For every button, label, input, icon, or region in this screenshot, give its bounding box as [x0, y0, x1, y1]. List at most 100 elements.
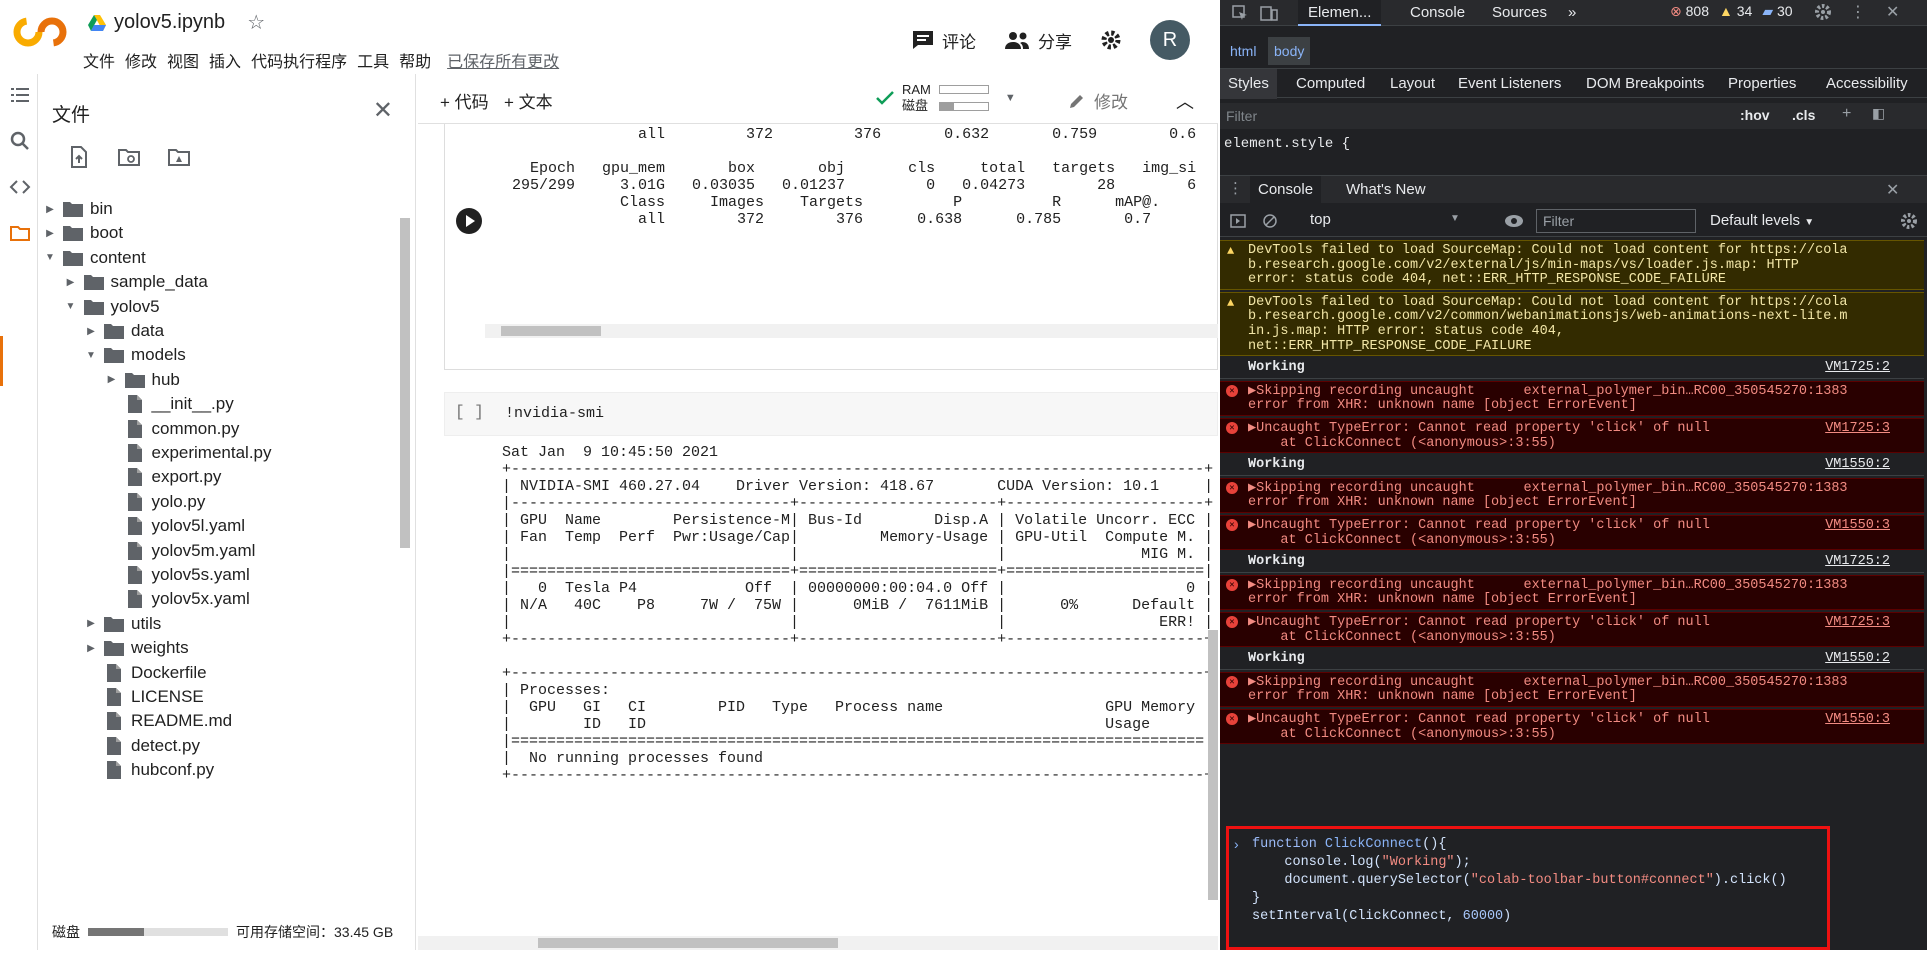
cell-code[interactable]: !nvidia-smi — [505, 405, 604, 422]
share-button[interactable]: 分享 — [1004, 28, 1072, 53]
close-devtools-icon[interactable]: ✕ — [1886, 2, 1899, 22]
tab-console[interactable]: Console — [1410, 4, 1465, 21]
settings-gear-icon[interactable] — [1100, 29, 1122, 51]
kebab-menu-icon[interactable]: ⋮ — [1850, 2, 1866, 22]
add-code-button[interactable]: + 代码 — [440, 88, 489, 113]
console-error[interactable]: ✕ ▶Skipping recording uncaught external_p… — [1220, 380, 1924, 416]
expand-right-icon[interactable]: ▶ — [85, 643, 97, 654]
user-avatar[interactable]: R — [1150, 20, 1190, 60]
code-cell-nvidia-smi[interactable]: [ ] !nvidia-smi — [444, 392, 1218, 436]
expand-right-icon[interactable]: ▶ — [44, 204, 56, 215]
search-icon[interactable] — [9, 130, 31, 152]
upload-file-icon[interactable] — [68, 146, 90, 168]
colab-logo[interactable] — [12, 16, 68, 48]
console-source-link[interactable]: VM1550:3 — [1825, 518, 1890, 534]
drawer-menu-icon[interactable]: ⋮ — [1228, 179, 1243, 197]
expand-right-icon[interactable]: ▶ — [65, 277, 77, 288]
console-error[interactable]: ✕ ▶Skipping recording uncaught external_p… — [1220, 574, 1924, 610]
menu-view[interactable]: 视图 — [167, 48, 207, 72]
chevron-down-icon[interactable]: ▼ — [1005, 92, 1016, 104]
log-levels-dropdown[interactable]: Default levels ▼ — [1710, 212, 1814, 229]
notebook-horizontal-scrollbar[interactable] — [418, 936, 1218, 950]
breadcrumb-html[interactable]: html — [1230, 43, 1256, 59]
console-warning[interactable]: ▲ DevTools failed to load SourceMap: Coul… — [1220, 291, 1924, 357]
resources-indicator[interactable]: RAM 磁盘 ▼ — [876, 82, 1016, 114]
menu-help[interactable]: 帮助 — [399, 48, 439, 72]
expand-down-icon[interactable]: ▼ — [85, 350, 97, 361]
console-log[interactable]: Working VM1725:2 — [1220, 358, 1924, 379]
cls-toggle[interactable]: .cls — [1792, 107, 1815, 123]
expand-right-icon[interactable]: ▶ — [85, 326, 97, 337]
breadcrumb-body[interactable]: body — [1268, 37, 1311, 65]
console-error[interactable]: ✕ ▶Uncaught TypeError: Cannot read proper… — [1220, 515, 1924, 551]
mount-drive-icon[interactable] — [168, 146, 190, 168]
console-log[interactable]: Working VM1550:2 — [1220, 649, 1924, 670]
close-icon[interactable]: ✕ — [373, 96, 393, 125]
drawer-tab-whats-new[interactable]: What's New — [1346, 181, 1426, 198]
file-tree-item[interactable]: hubconf.py — [85, 755, 214, 785]
output-horizontal-scrollbar[interactable] — [485, 324, 1218, 338]
collapse-up-icon[interactable]: ︿ — [1176, 88, 1194, 114]
menu-runtime[interactable]: 代码执行程序 — [251, 48, 355, 72]
element-style-rule[interactable]: element.style { — [1224, 136, 1350, 152]
settings-gear-icon[interactable] — [1814, 3, 1832, 21]
notebook-scrollbar[interactable] — [1208, 630, 1218, 900]
edit-button[interactable]: 修改 — [1068, 88, 1128, 113]
file-tree-scrollbar[interactable] — [398, 198, 412, 918]
star-icon[interactable]: ☆ — [247, 10, 265, 35]
hov-toggle[interactable]: :hov — [1740, 107, 1770, 123]
menu-edit[interactable]: 修改 — [125, 48, 165, 72]
tab-accessibility[interactable]: Accessibility — [1826, 75, 1908, 92]
inspect-element-icon[interactable] — [1232, 5, 1248, 21]
console-source-link[interactable]: VM1550:2 — [1825, 652, 1890, 667]
tab-layout[interactable]: Layout — [1390, 75, 1435, 92]
device-toolbar-icon[interactable] — [1260, 4, 1278, 22]
expand-right-icon[interactable]: ▶ — [106, 374, 118, 385]
console-source-link[interactable]: VM1725:3 — [1825, 615, 1890, 631]
console-log[interactable]: Working VM1725:2 — [1220, 552, 1924, 573]
console-source-link[interactable]: VM1725:3 — [1825, 421, 1890, 437]
tab-properties[interactable]: Properties — [1728, 75, 1796, 92]
close-drawer-icon[interactable]: ✕ — [1886, 180, 1899, 200]
more-tabs-icon[interactable]: » — [1568, 4, 1576, 21]
console-error[interactable]: ✕ ▶Skipping recording uncaught external_p… — [1220, 671, 1924, 707]
console-error[interactable]: ✕ ▶Uncaught TypeError: Cannot read proper… — [1220, 418, 1924, 454]
drawer-tab-console[interactable]: Console — [1250, 176, 1322, 204]
console-error[interactable]: ✕ ▶Uncaught TypeError: Cannot read proper… — [1220, 709, 1924, 745]
console-error[interactable]: ✕ ▶Skipping recording uncaught external_p… — [1220, 477, 1924, 513]
sidebar-toggle-icon[interactable] — [1230, 213, 1246, 229]
console-error[interactable]: ✕ ▶Uncaught TypeError: Cannot read proper… — [1220, 612, 1924, 648]
console-input[interactable]: function ClickConnect(){ console.log("Wo… — [1252, 836, 1787, 926]
tab-dom-breakpoints[interactable]: DOM Breakpoints — [1586, 75, 1704, 92]
code-cell-training-output[interactable]: all 372 376 0.632 0.759 0.6 Epoch gpu_me… — [444, 124, 1218, 370]
console-source-link[interactable]: VM1550:3 — [1825, 712, 1890, 728]
menu-tools[interactable]: 工具 — [357, 48, 397, 72]
menu-insert[interactable]: 插入 — [209, 48, 249, 72]
console-warning[interactable]: ▲ DevTools failed to load SourceMap: Coul… — [1220, 240, 1924, 290]
tab-styles[interactable]: Styles — [1220, 69, 1277, 99]
saved-status[interactable]: 已保存所有更改 — [447, 48, 567, 72]
console-log[interactable]: Working VM1550:2 — [1220, 455, 1924, 476]
console-source-link[interactable]: VM1550:2 — [1825, 458, 1890, 473]
notebook-title[interactable]: yolov5.ipynb — [114, 11, 225, 34]
console-source-link[interactable]: VM1725:2 — [1825, 361, 1890, 376]
toggle-sidebar-icon[interactable]: ◧ — [1872, 105, 1885, 122]
clear-console-icon[interactable] — [1262, 213, 1278, 229]
expand-right-icon[interactable]: ▶ — [85, 618, 97, 629]
console-settings-gear-icon[interactable] — [1900, 212, 1918, 230]
add-text-button[interactable]: + 文本 — [504, 88, 553, 113]
live-expression-eye-icon[interactable] — [1504, 213, 1524, 229]
console-filter-input[interactable]: Filter — [1536, 209, 1696, 233]
toc-list-icon[interactable] — [9, 84, 31, 106]
code-snippets-icon[interactable] — [9, 176, 31, 198]
console-source-link[interactable]: VM1725:2 — [1825, 555, 1890, 570]
tab-event-listeners[interactable]: Event Listeners — [1458, 75, 1561, 92]
comment-button[interactable]: 评论 — [912, 28, 976, 53]
add-rule-icon[interactable]: + — [1842, 105, 1851, 123]
expand-down-icon[interactable]: ▼ — [65, 301, 77, 312]
tab-sources[interactable]: Sources — [1492, 4, 1547, 21]
expand-down-icon[interactable]: ▼ — [44, 252, 56, 263]
styles-filter[interactable]: Filter :hov .cls + ◧ — [1220, 103, 1927, 129]
run-cell-button[interactable] — [456, 208, 482, 234]
context-selector[interactable]: top ▼ — [1310, 211, 1470, 228]
